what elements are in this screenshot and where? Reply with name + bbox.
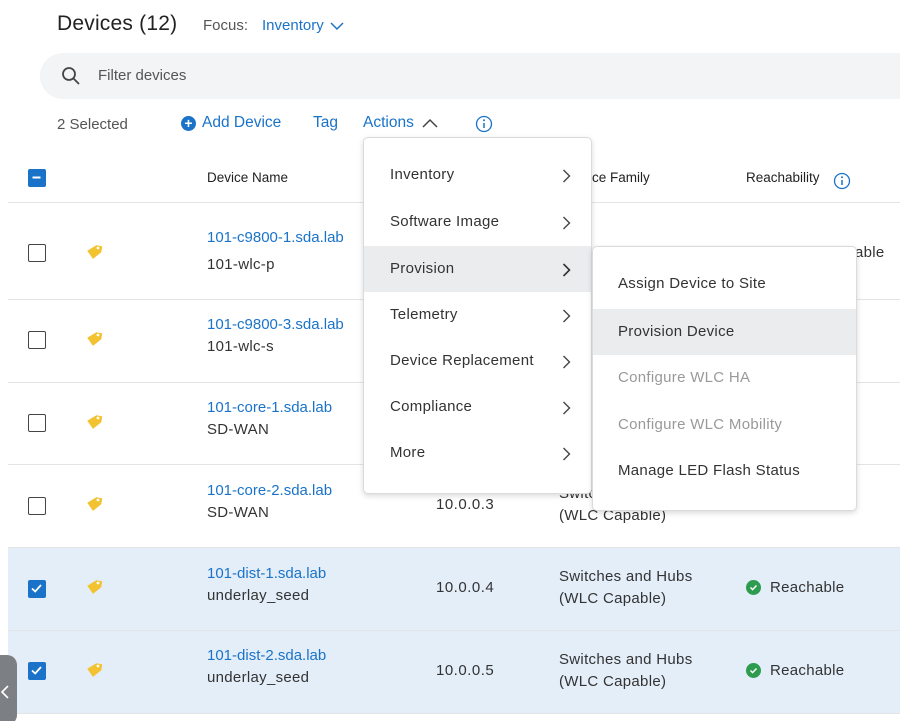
chevron-right-icon — [563, 447, 571, 461]
submenu-item-label: Configure WLC HA — [618, 369, 751, 386]
provision-submenu: Assign Device to Site Provision Device C… — [592, 246, 857, 511]
tag-icon[interactable] — [84, 330, 104, 350]
submenu-item-label: Provision Device — [618, 323, 735, 340]
submenu-item-provision-device[interactable]: Provision Device — [593, 309, 856, 355]
tag-icon[interactable] — [84, 495, 104, 515]
reachability-label: able — [855, 244, 885, 261]
checkmark-icon — [31, 666, 42, 675]
checkmark-icon — [31, 584, 42, 593]
reachability-label: Reachable — [770, 662, 845, 679]
info-icon[interactable] — [475, 115, 493, 133]
device-family-line1: Switches and Hubs — [559, 651, 693, 668]
add-device-label: Add Device — [202, 114, 282, 131]
column-device-family[interactable]: ce Family — [592, 170, 650, 185]
actions-button[interactable]: Actions — [363, 114, 438, 132]
menu-item-label: More — [390, 444, 426, 461]
search-icon — [62, 67, 80, 85]
submenu-item-label: Manage LED Flash Status — [618, 462, 800, 479]
row-checkbox[interactable] — [28, 497, 46, 515]
selection-count: 2 Selected — [57, 116, 128, 133]
submenu-item-configure-wlc-ha: Configure WLC HA — [593, 355, 856, 401]
actions-label: Actions — [363, 114, 414, 131]
focus-label: Focus: — [203, 17, 249, 34]
row-checkbox[interactable] — [28, 331, 46, 349]
menu-item-provision[interactable]: Provision — [364, 246, 591, 292]
actions-menu: Inventory Software Image Provision Telem… — [363, 137, 592, 494]
menu-item-inventory[interactable]: Inventory — [364, 152, 591, 198]
ip-address: 10.0.0.3 — [436, 496, 495, 513]
ip-address: 10.0.0.5 — [436, 662, 495, 679]
chevron-right-icon — [563, 216, 571, 230]
device-role: 101-wlc-p — [207, 256, 275, 273]
device-name-link[interactable]: 101-core-2.sda.lab — [207, 482, 332, 499]
device-family: Switches and Hubs (WLC Capable) — [559, 566, 693, 610]
add-device-button[interactable]: + Add Device — [181, 114, 281, 132]
chevron-right-icon — [563, 309, 571, 323]
column-reachability[interactable]: Reachability — [746, 170, 820, 185]
reachability-label: Reachable — [770, 579, 845, 596]
tag-button[interactable]: Tag — [313, 114, 338, 132]
device-role: SD-WAN — [207, 504, 270, 521]
device-name-link[interactable]: 101-dist-1.sda.lab — [207, 565, 326, 582]
menu-item-label: Device Replacement — [390, 352, 534, 369]
select-all-checkbox[interactable] — [28, 169, 46, 187]
chevron-left-icon — [0, 685, 9, 699]
ip-address: 10.0.0.4 — [436, 579, 495, 596]
tag-icon[interactable] — [84, 413, 104, 433]
row-checkbox[interactable] — [28, 580, 46, 598]
menu-item-more[interactable]: More — [364, 430, 591, 476]
reachability-status: Reachable — [746, 579, 844, 596]
device-name-link[interactable]: 101-dist-2.sda.lab — [207, 647, 326, 664]
chevron-right-icon — [563, 169, 571, 183]
device-name-link[interactable]: 101-core-1.sda.lab — [207, 399, 332, 416]
plus-icon: + — [181, 115, 196, 131]
submenu-item-manage-led-flash-status[interactable]: Manage LED Flash Status — [593, 448, 856, 494]
focus-value: Inventory — [262, 17, 324, 34]
focus-dropdown[interactable]: Inventory — [262, 17, 344, 34]
submenu-item-label: Assign Device to Site — [618, 275, 767, 292]
chevron-down-icon — [330, 21, 344, 30]
menu-item-telemetry[interactable]: Telemetry — [364, 292, 591, 338]
info-icon[interactable] — [833, 172, 851, 190]
menu-item-label: Provision — [390, 260, 455, 277]
submenu-item-configure-wlc-mobility: Configure WLC Mobility — [593, 402, 856, 448]
check-circle-icon — [746, 663, 761, 678]
device-family-line2: (WLC Capable) — [559, 590, 667, 607]
menu-item-label: Software Image — [390, 213, 500, 230]
chevron-right-icon — [562, 263, 571, 277]
search-input[interactable] — [98, 62, 598, 88]
tag-icon[interactable] — [84, 578, 104, 598]
menu-item-software-image[interactable]: Software Image — [364, 199, 591, 245]
device-role: underlay_seed — [207, 669, 310, 686]
device-family: Switches and Hubs (WLC Capable) — [559, 649, 693, 693]
tag-icon[interactable] — [84, 243, 104, 263]
chevron-right-icon — [563, 401, 571, 415]
device-role: SD-WAN — [207, 421, 270, 438]
row-checkbox[interactable] — [28, 662, 46, 680]
row-checkbox[interactable] — [28, 414, 46, 432]
submenu-item-label: Configure WLC Mobility — [618, 416, 783, 433]
device-role: underlay_seed — [207, 587, 310, 604]
menu-item-compliance[interactable]: Compliance — [364, 384, 591, 430]
chevron-right-icon — [563, 355, 571, 369]
menu-item-label: Inventory — [390, 166, 455, 183]
device-family-line1: Switches and Hubs — [559, 568, 693, 585]
menu-item-label: Telemetry — [390, 306, 458, 323]
device-name-link[interactable]: 101-c9800-3.sda.lab — [207, 316, 344, 333]
check-circle-icon — [746, 580, 761, 595]
page-title: Devices (12) — [57, 12, 178, 35]
device-name-link[interactable]: 101-c9800-1.sda.lab — [207, 229, 344, 246]
chevron-up-icon — [422, 118, 438, 128]
submenu-item-assign-device-to-site[interactable]: Assign Device to Site — [593, 261, 856, 307]
reachability-status: able — [855, 244, 885, 261]
device-family-line2: (WLC Capable) — [559, 673, 667, 690]
device-role: 101-wlc-s — [207, 338, 274, 355]
column-device-name[interactable]: Device Name — [207, 170, 288, 185]
tag-icon[interactable] — [84, 661, 104, 681]
menu-item-device-replacement[interactable]: Device Replacement — [364, 338, 591, 384]
menu-item-label: Compliance — [390, 398, 473, 415]
reachability-status: Reachable — [746, 662, 844, 679]
row-checkbox[interactable] — [28, 244, 46, 262]
minus-icon — [32, 176, 41, 179]
